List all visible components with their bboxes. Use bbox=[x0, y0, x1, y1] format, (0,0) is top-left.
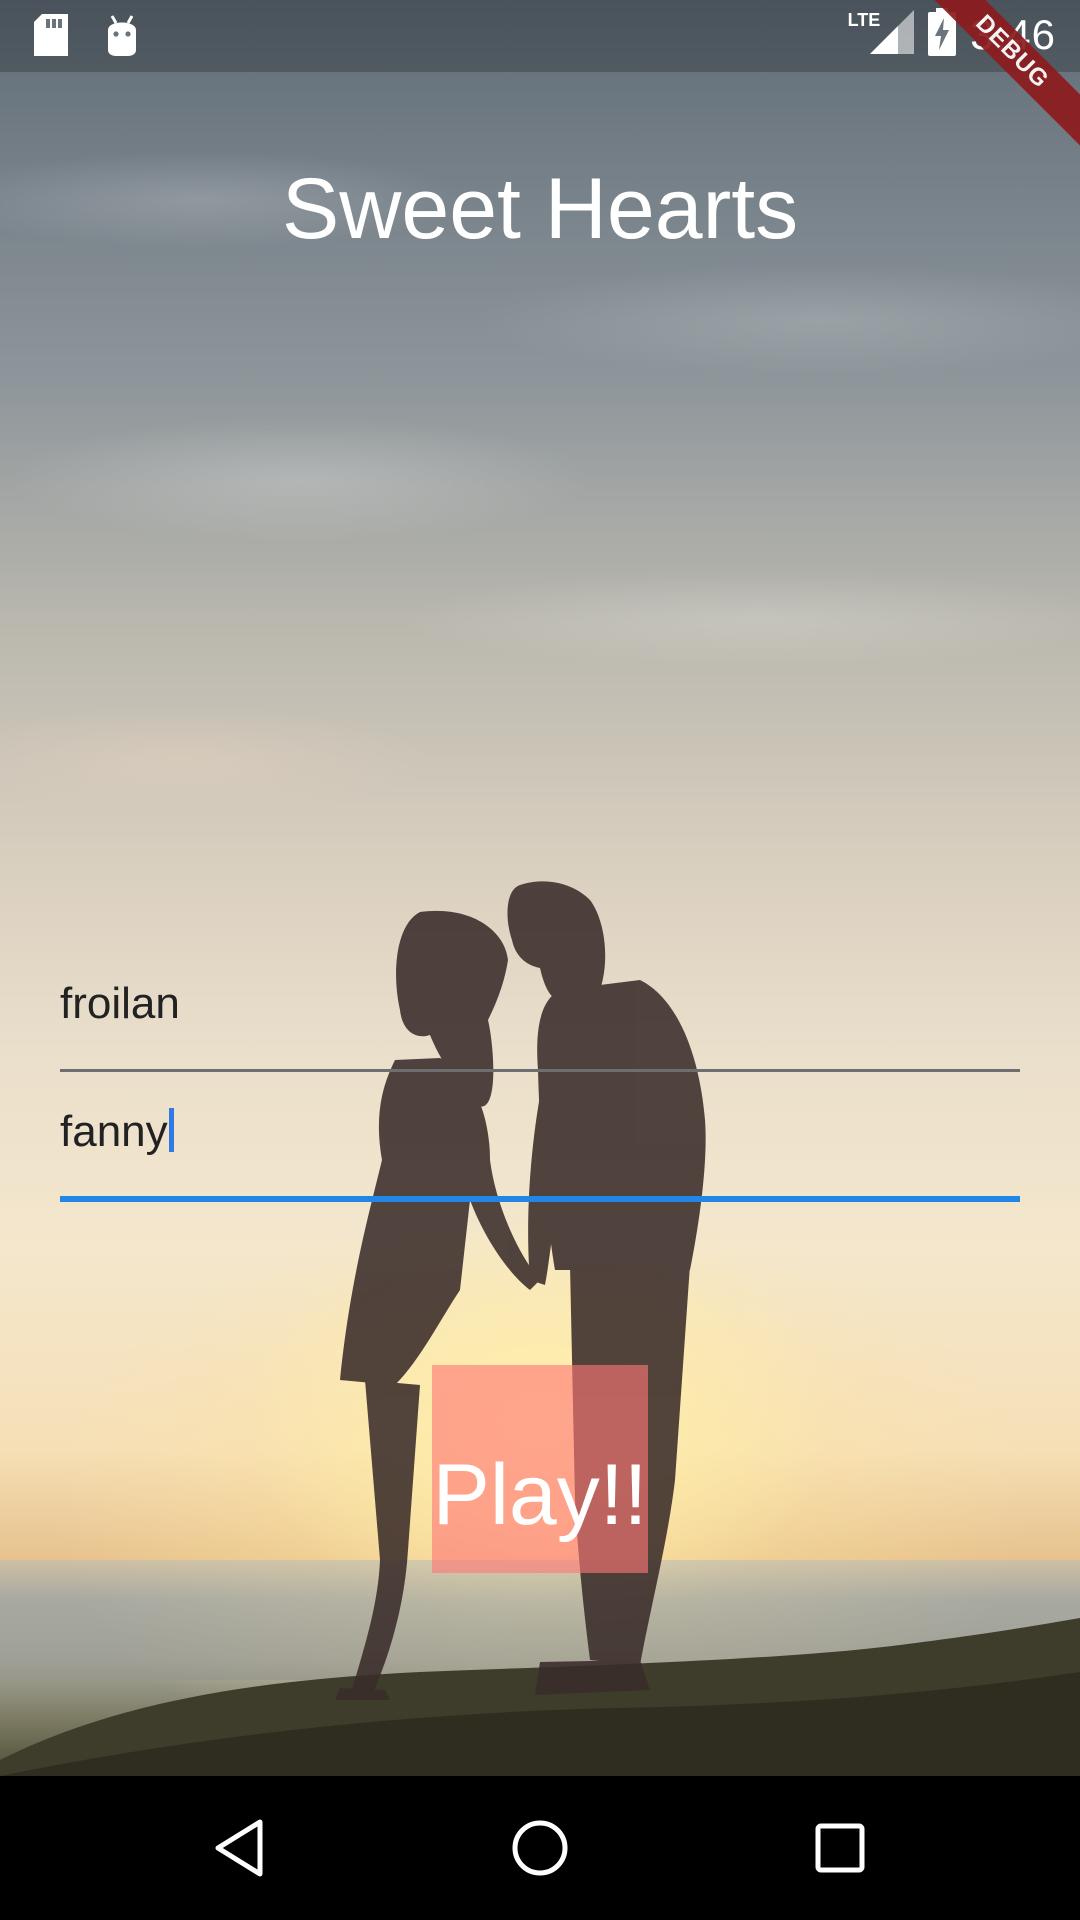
name-field-2-underline bbox=[60, 1196, 1020, 1202]
play-button[interactable]: Play!! bbox=[432, 1365, 648, 1573]
recents-icon bbox=[815, 1823, 865, 1873]
name-field-2-value: fanny bbox=[60, 1107, 168, 1156]
app-title: Sweet Hearts bbox=[281, 161, 799, 257]
home-button[interactable] bbox=[504, 1812, 576, 1884]
navigation-bar bbox=[0, 1776, 1080, 1920]
text-caret bbox=[168, 1108, 174, 1152]
app-screen: LTE 3:46 DEBUG Sweet Hearts froilan bbox=[0, 0, 1080, 1920]
name-field-2-text[interactable]: fanny bbox=[60, 1107, 174, 1157]
status-bar: LTE 3:46 bbox=[0, 0, 1080, 72]
android-icon bbox=[104, 14, 140, 61]
recents-button[interactable] bbox=[804, 1812, 876, 1884]
name-field-1-underline bbox=[60, 1069, 1020, 1072]
back-icon bbox=[215, 1819, 263, 1877]
sd-card-icon bbox=[34, 14, 68, 61]
name-field-1[interactable]: froilan bbox=[60, 975, 1020, 1075]
network-type: LTE bbox=[847, 10, 881, 30]
name-field-2[interactable]: fanny bbox=[60, 1103, 1020, 1203]
back-button[interactable] bbox=[204, 1812, 276, 1884]
name-field-1-value[interactable]: froilan bbox=[60, 979, 180, 1029]
status-left-icons bbox=[34, 14, 140, 61]
home-icon bbox=[512, 1820, 568, 1876]
